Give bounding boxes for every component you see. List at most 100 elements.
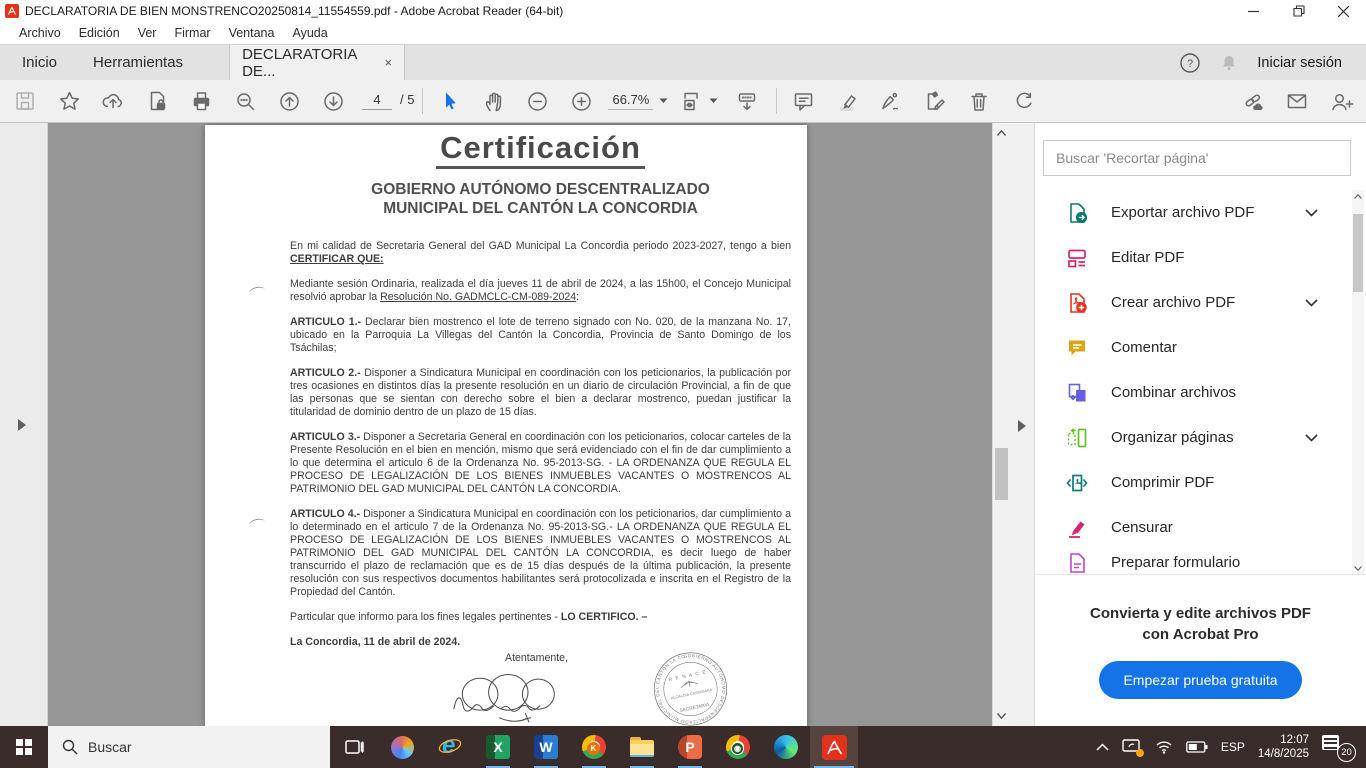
zoom-level-field[interactable]: 66.7% bbox=[608, 92, 668, 110]
notification-center-button[interactable]: 20 bbox=[1322, 732, 1356, 762]
excel-button[interactable]: X bbox=[474, 726, 522, 768]
zoom-level-value[interactable]: 66.7% bbox=[608, 92, 653, 110]
zoom-in-icon[interactable] bbox=[564, 85, 598, 117]
select-tool-icon[interactable] bbox=[432, 85, 466, 117]
fill-sign-icon[interactable] bbox=[874, 85, 908, 117]
tab-document-label: DECLARATORIA DE... bbox=[242, 46, 376, 80]
highlight-tool-icon[interactable] bbox=[830, 85, 864, 117]
send-mail-icon[interactable] bbox=[1280, 85, 1314, 117]
powerpoint-icon: P bbox=[678, 735, 702, 759]
acrobat-icon bbox=[822, 735, 847, 760]
right-panel-rail[interactable] bbox=[1009, 123, 1035, 726]
document-scrollbar[interactable] bbox=[992, 123, 1009, 726]
start-button[interactable] bbox=[0, 726, 48, 768]
chrome-profile1-button[interactable]: K bbox=[570, 726, 618, 768]
edge-button[interactable] bbox=[762, 726, 810, 768]
copilot-button[interactable] bbox=[378, 726, 426, 768]
tools-search-input[interactable] bbox=[1044, 150, 1350, 166]
tool-comprimir-pdf[interactable]: Comprimir PDF bbox=[1035, 460, 1366, 505]
star-icon[interactable] bbox=[52, 85, 86, 117]
bell-icon[interactable] bbox=[1219, 53, 1239, 73]
taskbar-search[interactable]: Buscar bbox=[48, 726, 330, 768]
tab-herramientas[interactable]: Herramientas bbox=[75, 45, 201, 80]
menu-archivo[interactable]: Archivo bbox=[10, 26, 70, 40]
scroll-up-icon[interactable] bbox=[1354, 194, 1362, 199]
word-button[interactable]: W bbox=[522, 726, 570, 768]
tool-organizar-paginas[interactable]: Organizar páginas bbox=[1035, 415, 1366, 460]
chevron-down-icon[interactable] bbox=[1305, 434, 1318, 442]
zoom-out-icon[interactable] bbox=[520, 85, 554, 117]
chrome-profile2-button[interactable]: ◉ bbox=[714, 726, 762, 768]
delete-pages-icon[interactable] bbox=[962, 85, 996, 117]
tool-combinar-archivos[interactable]: Combinar archivos bbox=[1035, 370, 1366, 415]
menu-edicion[interactable]: Edición bbox=[70, 26, 129, 40]
tool-exportar-pdf[interactable]: Exportar archivo PDF bbox=[1035, 190, 1366, 235]
battery-icon[interactable] bbox=[1186, 741, 1208, 753]
tool-editar-pdf[interactable]: Editar PDF bbox=[1035, 235, 1366, 280]
svg-text:GOBIERNO AUTÓNOMO DESCENTRALIZ: GOBIERNO AUTÓNOMO DESCENTRALIZADO MUNICI… bbox=[640, 638, 733, 726]
tray-expand-icon[interactable] bbox=[1096, 743, 1109, 751]
scrollbar-thumb[interactable] bbox=[995, 448, 1008, 500]
comment-tool-icon[interactable] bbox=[786, 85, 820, 117]
save-icon[interactable] bbox=[8, 85, 42, 117]
start-free-trial-button[interactable]: Empezar prueba gratuita bbox=[1099, 661, 1301, 699]
print-icon[interactable] bbox=[184, 85, 218, 117]
scroll-up-icon[interactable] bbox=[997, 130, 1006, 136]
tool-preparar-formulario[interactable]: Preparar formulario bbox=[1035, 550, 1366, 575]
acrobat-taskbar-button[interactable] bbox=[810, 726, 858, 768]
page-current-input[interactable]: 4 bbox=[362, 92, 392, 110]
menu-firmar[interactable]: Firmar bbox=[165, 26, 219, 40]
signature bbox=[438, 666, 588, 726]
search-tools-icon[interactable] bbox=[228, 85, 262, 117]
onedrive-status-icon[interactable] bbox=[1122, 739, 1142, 755]
next-page-icon[interactable] bbox=[316, 85, 350, 117]
tab-inicio[interactable]: Inicio bbox=[4, 45, 75, 80]
tool-comentar[interactable]: Comentar bbox=[1035, 325, 1366, 370]
chevron-down-icon[interactable] bbox=[1305, 299, 1318, 307]
left-panel-rail[interactable] bbox=[0, 123, 48, 726]
document-viewport[interactable]: Certificación GOBIERNO AUTÓNOMO DESCENTR… bbox=[48, 123, 992, 726]
minimize-icon[interactable] bbox=[1231, 0, 1276, 22]
scroll-down-icon[interactable] bbox=[1354, 566, 1362, 571]
tools-sidebar: Exportar archivo PDF Editar PDF Crear ar… bbox=[1035, 123, 1366, 726]
chrome-icon: ◉ bbox=[726, 735, 750, 759]
wifi-icon[interactable] bbox=[1155, 740, 1173, 754]
sidebar-scrollbar[interactable] bbox=[1352, 190, 1364, 575]
tool-censurar[interactable]: Censurar bbox=[1035, 505, 1366, 550]
tool-crear-pdf[interactable]: Crear archivo PDF bbox=[1035, 280, 1366, 325]
menu-ver[interactable]: Ver bbox=[129, 26, 166, 40]
file-explorer-button[interactable] bbox=[618, 726, 666, 768]
task-view-button[interactable] bbox=[330, 726, 378, 768]
tools-search-box[interactable] bbox=[1043, 140, 1351, 176]
restore-icon[interactable] bbox=[1276, 0, 1321, 22]
edit-convert-icon[interactable] bbox=[918, 85, 952, 117]
zoom-caret-icon[interactable] bbox=[659, 98, 668, 104]
help-icon[interactable]: ? bbox=[1179, 52, 1201, 74]
share-people-icon[interactable] bbox=[1324, 85, 1358, 117]
previous-page-icon[interactable] bbox=[272, 85, 306, 117]
share-cloud-icon[interactable] bbox=[96, 85, 130, 117]
tab-document[interactable]: DECLARATORIA DE... × bbox=[229, 45, 405, 80]
close-icon[interactable] bbox=[1321, 0, 1366, 22]
menu-ayuda[interactable]: Ayuda bbox=[283, 26, 336, 40]
collapse-right-panel-icon[interactable] bbox=[1017, 419, 1027, 433]
page-number-field[interactable]: 4 / 5 bbox=[362, 92, 414, 110]
fit-page-icon[interactable] bbox=[676, 85, 720, 117]
scrolling-mode-icon[interactable] bbox=[730, 85, 764, 117]
chevron-down-icon[interactable] bbox=[1305, 209, 1318, 217]
scrollbar-thumb[interactable] bbox=[1353, 214, 1363, 292]
toolbar: 4 / 5 66.7% bbox=[0, 80, 1366, 123]
scroll-down-icon[interactable] bbox=[997, 713, 1006, 719]
menu-ventana[interactable]: Ventana bbox=[220, 26, 284, 40]
expand-left-panel-icon[interactable] bbox=[17, 418, 27, 432]
internet-explorer-button[interactable]: e bbox=[426, 726, 474, 768]
language-indicator[interactable]: ESP bbox=[1221, 740, 1245, 754]
sign-in-button[interactable]: Iniciar sesión bbox=[1257, 55, 1342, 71]
rotate-pages-icon[interactable] bbox=[1006, 85, 1040, 117]
powerpoint-button[interactable]: P bbox=[666, 726, 714, 768]
share-link-icon[interactable] bbox=[1236, 85, 1270, 117]
hand-tool-icon[interactable] bbox=[476, 85, 510, 117]
protected-file-icon[interactable] bbox=[140, 85, 174, 117]
clock[interactable]: 12:07 14/8/2025 bbox=[1258, 733, 1309, 761]
tab-close-icon[interactable]: × bbox=[384, 55, 392, 70]
